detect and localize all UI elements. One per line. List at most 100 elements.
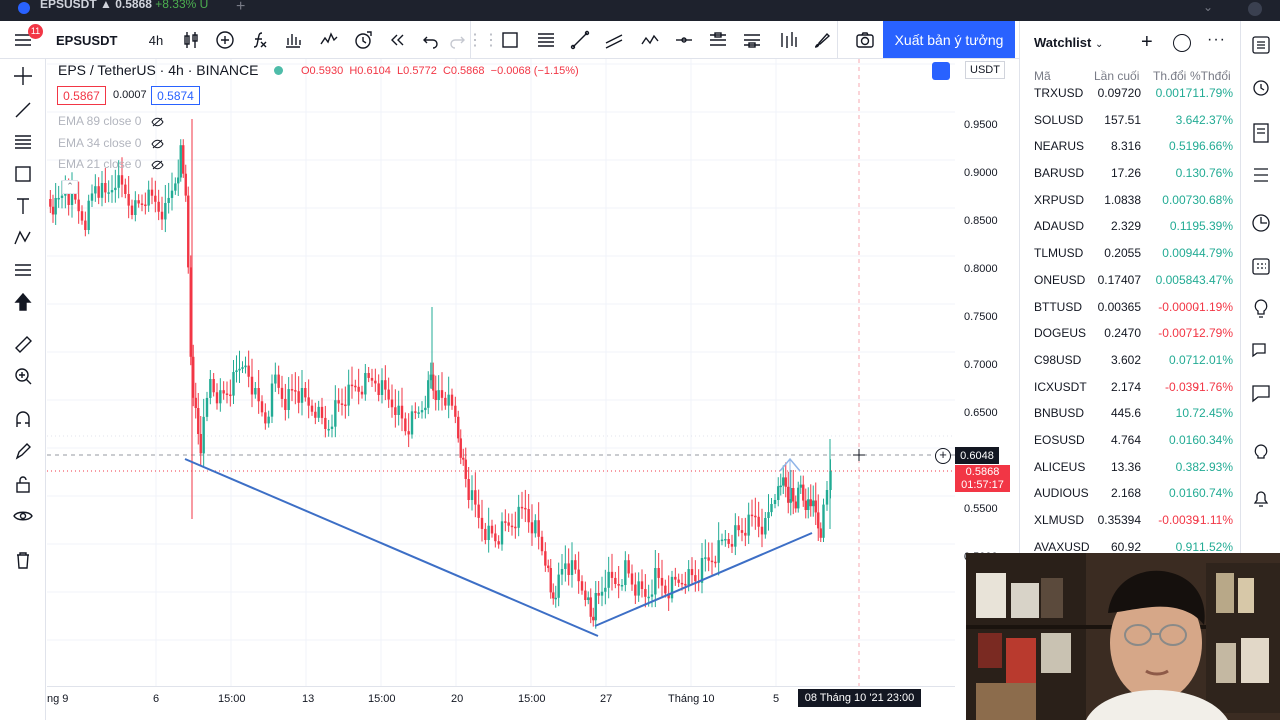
replay-button[interactable] xyxy=(384,21,410,59)
add-symbol-icon[interactable]: + xyxy=(1141,31,1153,54)
watchlist-row[interactable]: ADAUSD 2.329 0.119 5.39% xyxy=(1020,212,1240,239)
undo-button[interactable] xyxy=(418,21,444,59)
watchlist-row[interactable]: BNBUSD 445.6 10.7 2.45% xyxy=(1020,399,1240,426)
watchlist-icon[interactable] xyxy=(1249,33,1273,57)
watchlist-row[interactable]: EOSUSD 4.764 0.016 0.34% xyxy=(1020,426,1240,453)
avatar[interactable] xyxy=(1248,2,1262,16)
watchlist-last: 0.09720 xyxy=(1097,86,1141,100)
pattern-tool[interactable] xyxy=(637,21,663,59)
alert-icons-button[interactable] xyxy=(316,21,342,59)
templates-button[interactable] xyxy=(280,21,306,59)
elliott-wave-tool[interactable] xyxy=(775,21,801,59)
brush-icon xyxy=(814,32,831,48)
chart-legend-title[interactable]: EPS / TetherUS · 4h · BINANCE xyxy=(58,62,258,78)
fib-tool[interactable] xyxy=(533,21,559,59)
watchlist-row[interactable]: SOLUSD 157.51 3.64 2.37% xyxy=(1020,106,1240,133)
eye-off-icon[interactable] xyxy=(151,139,164,149)
data-window-icon[interactable] xyxy=(1249,121,1273,145)
candle-body xyxy=(320,406,324,418)
watchlist-row[interactable]: ONEUSD 0.17407 0.00584 3.47% xyxy=(1020,266,1240,293)
snapshot-button[interactable] xyxy=(852,21,878,59)
text-tool[interactable] xyxy=(8,191,38,221)
currency-label[interactable]: USDT xyxy=(965,61,1005,79)
hide-drawings-tool[interactable] xyxy=(8,501,38,531)
eye-off-icon[interactable] xyxy=(151,117,164,127)
candle-body xyxy=(51,206,55,215)
watchlist-last: 2.174 xyxy=(1110,379,1141,394)
chart-type-button[interactable] xyxy=(178,21,204,59)
ema-34-legend[interactable]: EMA 34 close 0 xyxy=(58,136,164,150)
hotlists-icon[interactable] xyxy=(1249,163,1273,187)
indicators-button[interactable] xyxy=(246,21,272,59)
watchlist-row[interactable]: XLMUSD 0.35394 -0.0039 -1.11% xyxy=(1020,506,1240,533)
interval-button[interactable]: 4h xyxy=(142,21,170,59)
zoom-in-tool[interactable] xyxy=(8,361,38,391)
measure-tool[interactable] xyxy=(8,329,38,359)
streams-icon[interactable] xyxy=(1249,381,1273,405)
brush-tool[interactable] xyxy=(809,21,835,59)
price-chart[interactable] xyxy=(47,59,955,686)
help-icon[interactable] xyxy=(1249,441,1273,465)
symbol-search-button[interactable]: EPSUSDT xyxy=(56,21,120,59)
watchlist-row[interactable]: BARUSD 17.26 0.13 0.76% xyxy=(1020,159,1240,186)
line-tool[interactable] xyxy=(8,95,38,125)
crosshair-price-label: 0.6048 xyxy=(955,447,999,464)
watchlist-row[interactable]: BTTUSD 0.00365 -0.0000 -1.19% xyxy=(1020,293,1240,320)
sync-icon[interactable] xyxy=(932,62,950,80)
lock-drawings-tool[interactable] xyxy=(8,469,38,499)
patterns-tool[interactable] xyxy=(8,223,38,253)
icons-tool[interactable] xyxy=(8,287,38,317)
publish-idea-button[interactable]: Xuất bản ý tưởng xyxy=(883,21,1015,58)
watchlist-row[interactable]: DOGEUS 0.2470 -0.0071 -2.79% xyxy=(1020,319,1240,346)
candle-body xyxy=(459,438,462,458)
channel-tool[interactable] xyxy=(601,21,627,59)
browser-tab[interactable]: EPSUSDT ▲ 0.5868 +8.33% U xyxy=(40,0,208,11)
watchlist-row[interactable]: AUDIOUS 2.168 0.016 0.74% xyxy=(1020,479,1240,506)
ema-89-legend[interactable]: EMA 89 close 0 xyxy=(58,114,164,128)
watchlist-title[interactable]: Watchlist ⌄ xyxy=(1034,35,1103,50)
watchlist-row[interactable]: ALICEUS 13.36 0.38 2.93% xyxy=(1020,453,1240,480)
alert-button[interactable] xyxy=(350,21,376,59)
ema-21-legend[interactable]: EMA 21 close 0 xyxy=(58,157,164,171)
buy-price-box[interactable]: 0.5874 xyxy=(151,86,200,105)
fib-tools-group[interactable] xyxy=(8,127,38,157)
rectangle-tool[interactable] xyxy=(497,21,523,59)
calendar-grid-icon[interactable] xyxy=(1249,254,1273,278)
candle-body xyxy=(825,490,829,505)
advanced-view-icon[interactable] xyxy=(1173,34,1191,52)
trendline-tool[interactable] xyxy=(567,21,593,59)
collapse-legend-icon[interactable]: ⌃ xyxy=(62,180,78,194)
crosshair-tool[interactable] xyxy=(8,61,38,91)
watchlist-row[interactable]: TRXUSD 0.09720 0.00171 1.79% xyxy=(1020,79,1240,106)
remove-drawings-tool[interactable] xyxy=(8,545,38,575)
calendar-icon[interactable] xyxy=(1249,211,1273,235)
notifications-icon[interactable] xyxy=(1249,486,1273,510)
chevron-down-icon[interactable]: ⌄ xyxy=(1203,0,1213,14)
prediction-tool[interactable] xyxy=(8,255,38,285)
watchlist-row[interactable]: ICXUSDT 2.174 -0.039 -1.76% xyxy=(1020,373,1240,400)
candle-body xyxy=(222,390,225,394)
candle-body xyxy=(487,525,490,540)
eye-off-icon[interactable] xyxy=(151,160,164,170)
watchlist-row[interactable]: TLMUSD 0.2055 0.0094 4.79% xyxy=(1020,239,1240,266)
add-alert-plus-icon[interactable]: + xyxy=(935,448,951,464)
short-position-tool[interactable] xyxy=(739,21,765,59)
stay-drawing-tool[interactable] xyxy=(8,437,38,467)
sell-price-box[interactable]: 0.5867 xyxy=(57,86,106,105)
watchlist-row[interactable]: XRPUSD 1.0838 0.0073 0.68% xyxy=(1020,186,1240,213)
watchlist-chg: 3.64 xyxy=(1175,112,1199,127)
new-tab-icon[interactable]: + xyxy=(236,0,245,16)
more-icon[interactable]: ··· xyxy=(1207,31,1226,49)
drag-handle-icon[interactable]: ⋮⋮ xyxy=(467,21,499,59)
compare-button[interactable] xyxy=(212,21,238,59)
watchlist-row[interactable]: NEARUS 8.316 0.519 6.66% xyxy=(1020,132,1240,159)
alerts-icon[interactable] xyxy=(1249,75,1273,99)
shapes-tool[interactable] xyxy=(8,159,38,189)
candlestick-plot[interactable] xyxy=(47,59,955,686)
projection-tool[interactable] xyxy=(705,21,731,59)
magnet-tool[interactable] xyxy=(8,405,38,435)
chats-icon[interactable] xyxy=(1249,339,1273,363)
horizontal-ray-tool[interactable] xyxy=(671,21,697,59)
ideas-icon[interactable] xyxy=(1249,297,1273,321)
watchlist-row[interactable]: C98USD 3.602 0.071 2.01% xyxy=(1020,346,1240,373)
